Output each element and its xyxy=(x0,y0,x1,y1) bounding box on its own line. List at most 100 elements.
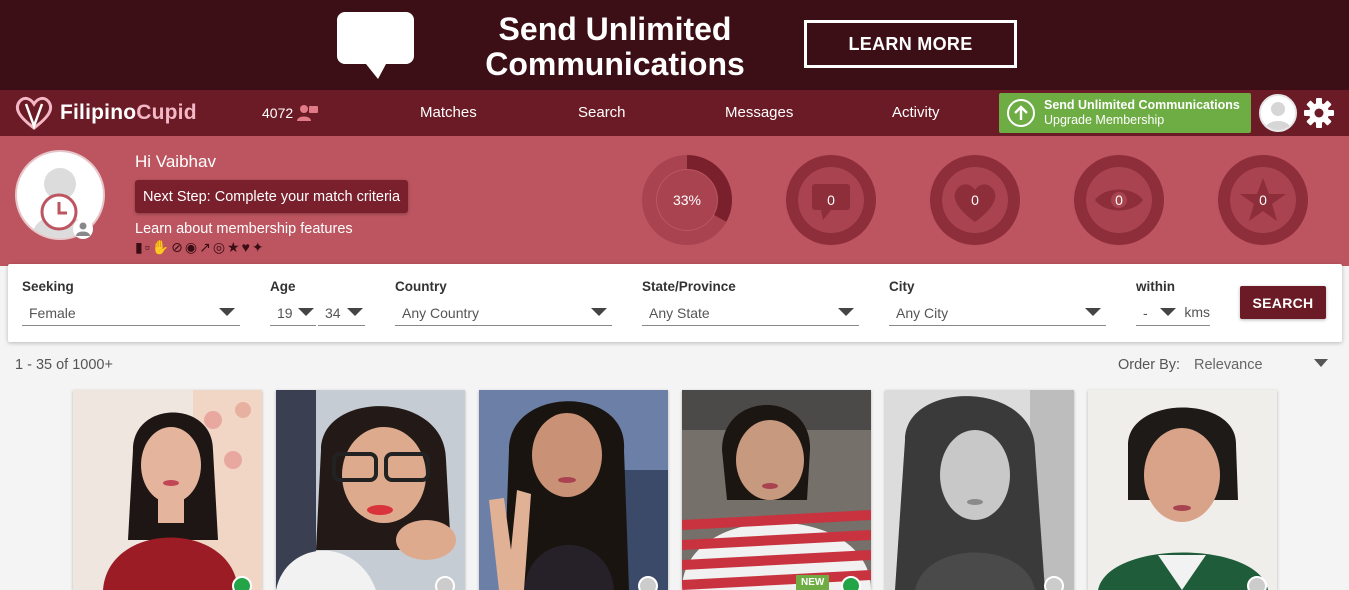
online-count-value: 4072 xyxy=(262,105,294,121)
unlock-icon: ▫ xyxy=(144,239,150,255)
top-nav: FilipinoCupid 4072 Matches Search Messag… xyxy=(0,90,1349,136)
online-count[interactable]: 4072 xyxy=(262,104,319,122)
search-filters: Seeking Female Age 19 34 Country Any Cou… xyxy=(8,264,1342,342)
seeking-value: Female xyxy=(29,304,76,321)
promo-banner: Send Unlimited Communications LEARN MORE xyxy=(0,0,1349,90)
profile-panel: Hi Vaibhav Next Step: Complete your matc… xyxy=(0,136,1349,266)
new-badge: NEW xyxy=(796,575,830,590)
magic-wand-icon: ✦ xyxy=(251,239,264,255)
gear-icon[interactable] xyxy=(1303,97,1335,129)
profile-card[interactable] xyxy=(479,390,668,590)
state-value: Any State xyxy=(649,304,710,321)
offline-status-indicator xyxy=(1247,576,1267,590)
within-unit: kms xyxy=(1184,304,1210,320)
country-value: Any Country xyxy=(402,304,480,321)
trend-icon: ↗ xyxy=(199,239,211,255)
offline-status-indicator xyxy=(435,576,455,590)
profile-photo xyxy=(276,390,465,590)
profile-photo xyxy=(479,390,668,590)
profile-card[interactable] xyxy=(73,390,262,590)
logo-text: FilipinoCupid xyxy=(60,101,197,124)
users-icon xyxy=(297,105,319,121)
hearts-icon: ♥ xyxy=(241,239,250,255)
add-photo-icon[interactable] xyxy=(72,218,94,240)
country-label: Country xyxy=(395,279,447,294)
rating-icon: ◉ xyxy=(184,239,198,255)
order-by-label: Order By: xyxy=(1118,357,1181,373)
messages-count: 0 xyxy=(827,192,835,208)
x2-icon: ◎ xyxy=(212,239,226,255)
within-select[interactable]: - kms xyxy=(1136,300,1210,326)
order-by-select[interactable]: Relevance xyxy=(1194,357,1263,373)
search-button[interactable]: SEARCH xyxy=(1240,286,1326,319)
nav-matches[interactable]: Matches xyxy=(420,104,477,121)
state-select[interactable]: Any State xyxy=(642,300,859,326)
chevron-down-icon xyxy=(298,308,314,316)
learn-more-button[interactable]: LEARN MORE xyxy=(804,20,1017,68)
profile-photo xyxy=(885,390,1074,590)
chevron-down-icon xyxy=(591,308,607,316)
profile-card[interactable] xyxy=(885,390,1074,590)
nav-activity[interactable]: Activity xyxy=(892,104,940,121)
age-min-value: 19 xyxy=(277,304,293,321)
age-min-select[interactable]: 19 xyxy=(270,300,316,326)
upgrade-button[interactable]: Send Unlimited Communications Upgrade Me… xyxy=(999,93,1251,133)
profile-card[interactable] xyxy=(1088,390,1277,590)
age-max-value: 34 xyxy=(325,304,341,321)
profile-complete-value: 33% xyxy=(672,192,702,208)
heart-logo-icon xyxy=(15,96,53,130)
user-avatar[interactable] xyxy=(1259,94,1297,132)
profile-card[interactable]: NEW xyxy=(682,390,871,590)
upgrade-title: Send Unlimited Communications xyxy=(1044,98,1240,112)
greeting: Hi Vaibhav xyxy=(135,152,216,171)
interests-ring[interactable]: 0 xyxy=(1217,154,1309,246)
chevron-down-icon xyxy=(1160,308,1176,316)
within-value: - xyxy=(1143,304,1148,321)
offline-status-indicator xyxy=(638,576,658,590)
country-select[interactable]: Any Country xyxy=(395,300,612,326)
upload-arrow-icon xyxy=(1007,99,1035,127)
nav-search[interactable]: Search xyxy=(578,104,626,121)
city-label: City xyxy=(889,279,915,294)
offline-status-indicator xyxy=(1044,576,1064,590)
chat-icon: ▮ xyxy=(135,239,143,255)
profile-complete-ring[interactable]: 33% xyxy=(641,154,733,246)
chevron-down-icon xyxy=(838,308,854,316)
chevron-down-icon xyxy=(1085,308,1101,316)
profile-card[interactable] xyxy=(276,390,465,590)
favorites-count: 0 xyxy=(971,192,979,208)
city-value: Any City xyxy=(896,304,949,321)
messages-ring[interactable]: 0 xyxy=(785,154,877,246)
profile-photo xyxy=(73,390,262,590)
hide-icon: ⊘ xyxy=(171,239,183,255)
hand-icon: ✋ xyxy=(151,239,170,255)
chevron-down-icon[interactable] xyxy=(1314,359,1328,367)
logo[interactable]: FilipinoCupid xyxy=(14,96,197,130)
avatar-placeholder-icon xyxy=(1265,102,1291,130)
views-ring[interactable]: 0 xyxy=(1073,154,1165,246)
seeking-select[interactable]: Female xyxy=(22,300,240,326)
profile-photo xyxy=(682,390,871,590)
favorites-ring[interactable]: 0 xyxy=(929,154,1021,246)
seeking-label: Seeking xyxy=(22,279,74,294)
chevron-down-icon xyxy=(347,308,363,316)
views-count: 0 xyxy=(1115,192,1123,208)
age-label: Age xyxy=(270,279,296,294)
online-status-indicator xyxy=(232,576,252,590)
banner-headline: Send Unlimited Communications xyxy=(485,11,745,82)
next-step-button[interactable]: Next Step: Complete your match criteria xyxy=(135,180,409,213)
results-count: 1 - 35 of 1000+ xyxy=(15,357,113,373)
state-label: State/Province xyxy=(642,279,736,294)
nav-messages[interactable]: Messages xyxy=(725,104,793,121)
city-select[interactable]: Any City xyxy=(889,300,1106,326)
online-status-indicator xyxy=(841,576,861,590)
feature-icons: ▮ ▫ ✋ ⊘ ◉ ↗ ◎ ★ ♥ ✦ xyxy=(135,239,264,256)
learn-membership-link[interactable]: Learn about membership features xyxy=(135,221,353,237)
within-label: within xyxy=(1136,279,1175,294)
age-max-select[interactable]: 34 xyxy=(318,300,365,326)
speech-bubble-icon xyxy=(337,12,414,79)
chevron-down-icon xyxy=(219,308,235,316)
interests-count: 0 xyxy=(1259,192,1267,208)
profile-photo xyxy=(1088,390,1277,590)
star-icon: ★ xyxy=(227,239,240,255)
